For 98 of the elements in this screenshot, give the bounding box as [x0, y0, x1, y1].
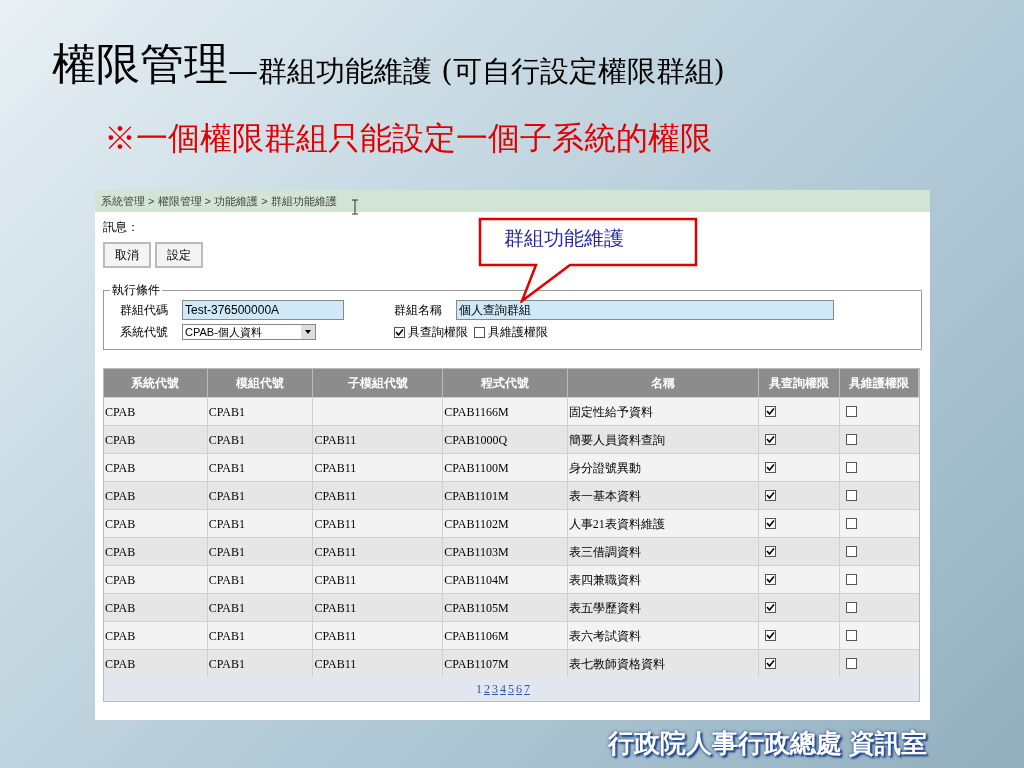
- checkbox[interactable]: [846, 518, 858, 529]
- slide-subtitle: 群組功能維護 (可自行設定權限群組): [258, 57, 725, 86]
- checkbox[interactable]: [765, 602, 777, 613]
- checkbox[interactable]: [846, 630, 858, 641]
- form-button[interactable]: 取消: [103, 242, 151, 268]
- group-name-field[interactable]: 個人查詢群組: [456, 300, 834, 320]
- checkbox[interactable]: [765, 462, 777, 473]
- checkbox[interactable]: [765, 630, 777, 641]
- checkbox[interactable]: [765, 546, 777, 557]
- checkbox[interactable]: [846, 546, 858, 557]
- breadcrumb: 系統管理 > 權限管理 > 功能維護 > 群組功能維護: [101, 193, 337, 209]
- table-cell-text: CPAB11: [314, 431, 357, 449]
- table-cell-text: CPAB1: [208, 627, 245, 645]
- table-cell-text: CPAB1105M: [444, 599, 509, 617]
- table-cell-text: CPAB: [105, 627, 136, 645]
- table-cell-text: CPAB: [105, 571, 136, 589]
- page-link[interactable]: 5: [508, 680, 514, 698]
- table-cell-text: CPAB1: [208, 599, 245, 617]
- table-cell-text: CPAB1102M: [444, 515, 509, 533]
- table-cell-text: CPAB1107M: [444, 655, 509, 673]
- table-cell-text: CPAB1: [208, 543, 245, 561]
- field-label: 群組代碼: [120, 302, 169, 319]
- table-cell-text: CPAB: [105, 599, 136, 617]
- table-cell-text: 表一基本資料: [568, 487, 641, 505]
- page-link[interactable]: 1: [476, 680, 482, 698]
- table-cell-text: 簡要人員資料查詢: [568, 431, 665, 449]
- checkbox[interactable]: [474, 326, 485, 338]
- checkbox[interactable]: [846, 434, 858, 445]
- checkbox[interactable]: [765, 490, 777, 501]
- group-code-field[interactable]: Test-376500000A: [182, 300, 344, 320]
- checkbox[interactable]: [765, 658, 777, 669]
- checkbox[interactable]: [846, 658, 858, 669]
- checkbox[interactable]: [846, 490, 858, 501]
- slide-note: ※一個權限群組只能設定一個子系統的權限: [104, 119, 712, 157]
- table-cell-text: CPAB11: [314, 459, 357, 477]
- page-link[interactable]: 7: [524, 680, 530, 698]
- checkbox[interactable]: [846, 462, 858, 473]
- table-cell-text: CPAB: [105, 403, 136, 421]
- checkbox[interactable]: [846, 602, 858, 613]
- field-label: 系統代號: [120, 324, 169, 341]
- page-link[interactable]: 6: [516, 680, 522, 698]
- footer-text: 行政院人事行政總處 資訊室: [608, 728, 928, 758]
- table-cell-text: 表六考試資料: [568, 627, 641, 645]
- page-link[interactable]: 3: [492, 680, 498, 698]
- table-cell-text: CPAB1: [208, 459, 245, 477]
- table-cell-text: CPAB: [105, 431, 136, 449]
- table-cell-text: CPAB1: [208, 571, 245, 589]
- table-cell-text: CPAB11: [314, 627, 357, 645]
- table-cell-text: CPAB1104M: [444, 571, 509, 589]
- slide-title: 權限管理: [52, 42, 228, 86]
- table-cell-text: 表四兼職資料: [568, 571, 641, 589]
- table-cell-text: CPAB1: [208, 487, 245, 505]
- checkbox-label: 具維護權限: [488, 324, 548, 341]
- title-dash: —: [228, 56, 258, 86]
- table-cell-text: 固定性給予資料: [568, 403, 653, 421]
- table-cell-text: CPAB: [105, 543, 136, 561]
- table-cell-text: CPAB: [105, 459, 136, 477]
- table-cell-text: CPAB1103M: [444, 543, 509, 561]
- conditions-legend: 執行條件: [110, 282, 162, 298]
- table-cell-text: CPAB1101M: [444, 487, 509, 505]
- table-cell-text: CPAB1: [208, 655, 245, 673]
- table-cell-text: CPAB11: [314, 515, 357, 533]
- table-cell-text: CPAB1100M: [444, 459, 509, 477]
- checkbox[interactable]: [846, 406, 858, 417]
- table-cell-text: CPAB1: [208, 403, 245, 421]
- table-cell-text: CPAB11: [314, 571, 357, 589]
- checkbox[interactable]: [765, 574, 777, 585]
- callout-text: 群組功能維護: [504, 228, 624, 248]
- system-dropdown[interactable]: CPAB-個人資料: [182, 324, 316, 340]
- table-cell-text: 身分證號異動: [568, 459, 641, 477]
- table-cell-text: 表三借調資料: [568, 543, 641, 561]
- page-link[interactable]: 4: [500, 680, 506, 698]
- field-label: 群組名稱: [394, 302, 443, 319]
- table-cell-text: CPAB11: [314, 543, 357, 561]
- table-cell-text: CPAB11: [314, 599, 357, 617]
- table-cell-text: CPAB1000Q: [444, 431, 508, 449]
- checkbox[interactable]: [394, 326, 405, 338]
- table-cell-text: CPAB11: [314, 655, 357, 673]
- table-cell-text: 表五學歷資料: [568, 599, 641, 617]
- table-cell-text: CPAB11: [314, 487, 357, 505]
- form-button[interactable]: 設定: [155, 242, 203, 268]
- text-cursor-icon: [350, 199, 359, 215]
- table-cell-text: CPAB: [105, 487, 136, 505]
- table-cell-text: CPAB: [105, 655, 136, 673]
- table-cell-text: CPAB1166M: [444, 403, 509, 421]
- table-cell-text: CPAB1106M: [444, 627, 509, 645]
- table-cell-text: CPAB: [105, 515, 136, 533]
- checkbox[interactable]: [846, 574, 858, 585]
- checkbox[interactable]: [765, 434, 777, 445]
- checkbox-label: 具查詢權限: [408, 324, 468, 341]
- page-link[interactable]: 2: [484, 680, 490, 698]
- table-cell-text: 表七教師資格資料: [568, 655, 665, 673]
- table-cell-text: CPAB1: [208, 515, 245, 533]
- message-label: 訊息：: [103, 220, 139, 234]
- checkbox[interactable]: [765, 518, 777, 529]
- table-cell-text: 人事21表資料維護: [568, 515, 665, 533]
- checkbox[interactable]: [765, 406, 777, 417]
- table-cell-text: CPAB1: [208, 431, 245, 449]
